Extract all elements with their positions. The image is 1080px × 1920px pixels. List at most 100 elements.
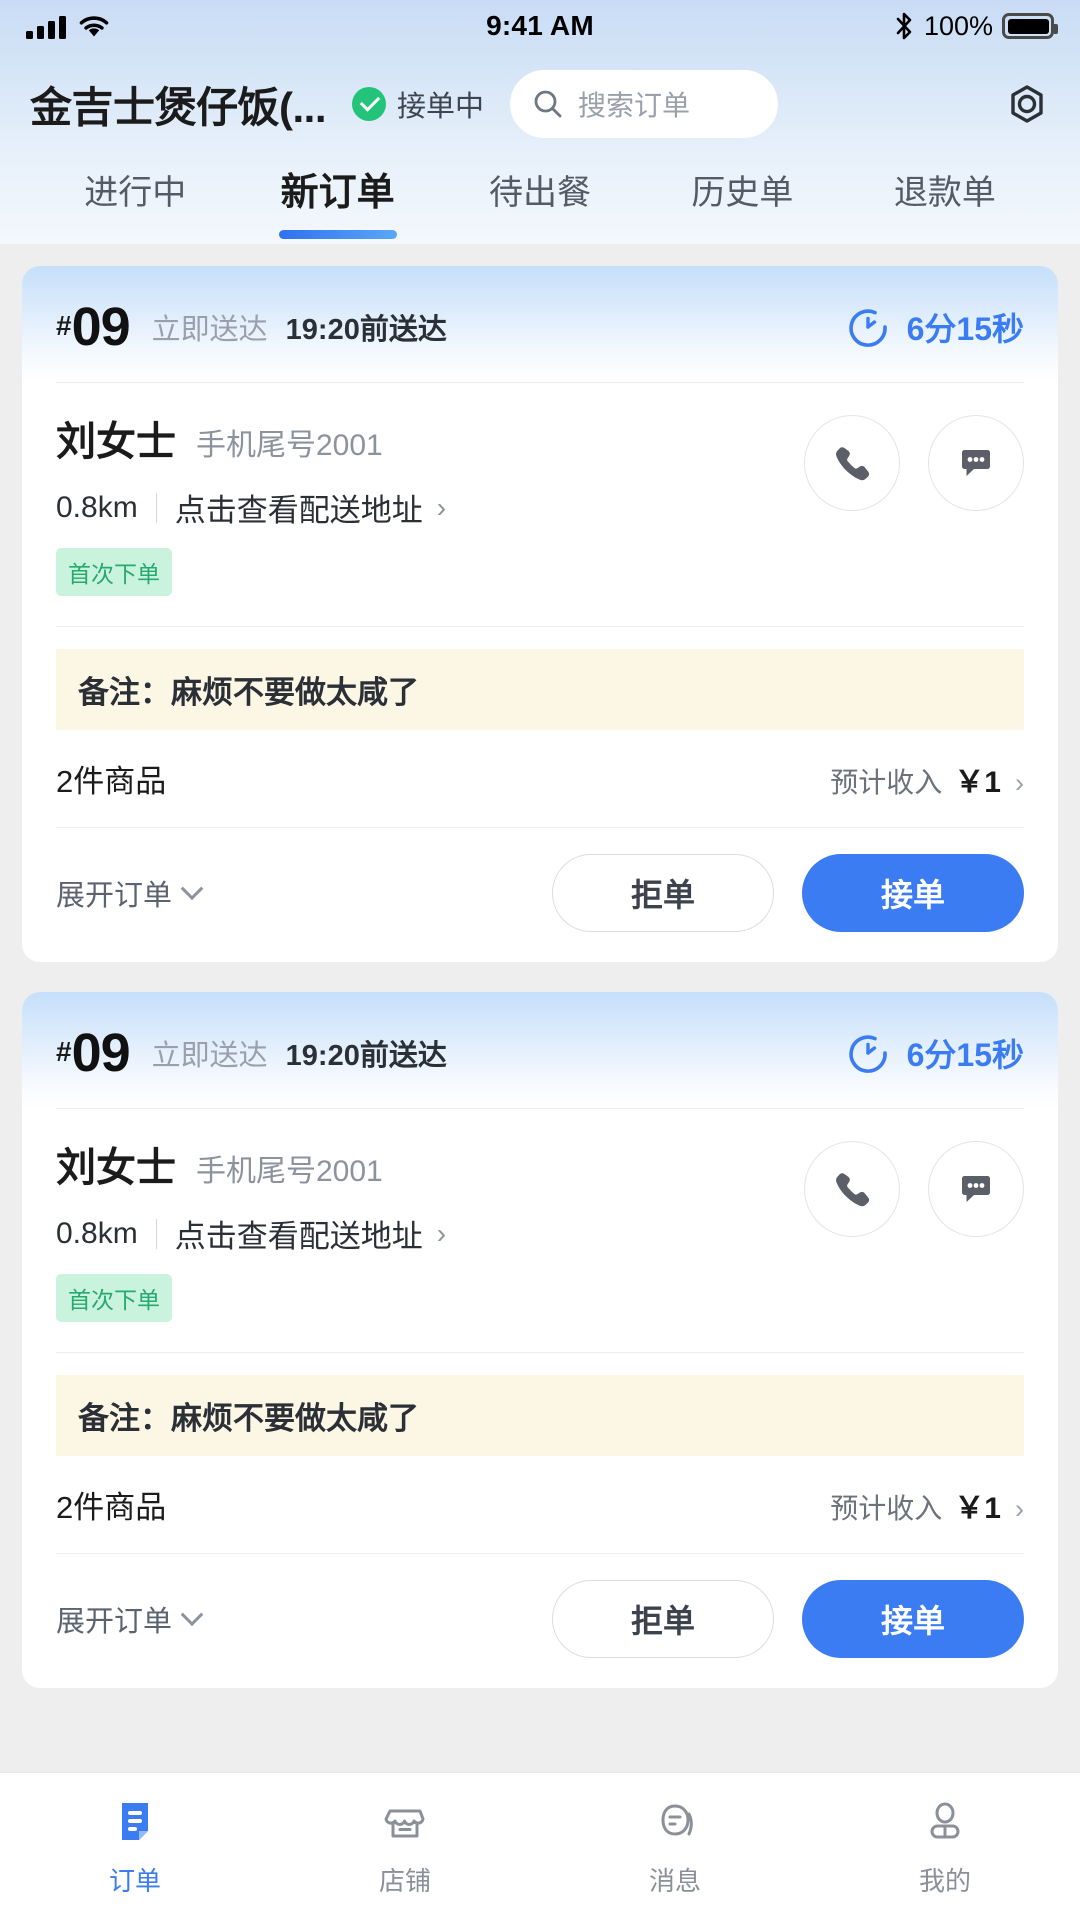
nav-item-profile[interactable]: 我的	[810, 1795, 1080, 1898]
customer-tags: 首次下单	[56, 1274, 804, 1322]
expand-order-button[interactable]: 展开订单	[56, 1598, 204, 1640]
income-label: 预计收入	[830, 1492, 943, 1524]
status-badge: 首次下单	[56, 1274, 172, 1322]
order-actions: 展开订单 拒单 接单	[22, 1554, 1058, 1688]
order-card-header: # 09 立即送达 19:20前送达 6分15秒	[22, 266, 1058, 382]
accept-order-button[interactable]: 接单	[802, 854, 1024, 932]
order-list[interactable]: # 09 立即送达 19:20前送达 6分15秒 刘女士 手机尾号2001 0.…	[0, 244, 1080, 1772]
deliver-by-label: 19:20前送达	[285, 314, 447, 346]
order-summary-row[interactable]: 2件商品 预计收入 ￥1 ›	[22, 1456, 1058, 1553]
expand-order-label: 展开订单	[56, 1606, 173, 1638]
chevron-right-icon: ›	[1015, 767, 1024, 798]
divider-vertical	[155, 492, 157, 523]
customer-tags: 首次下单	[56, 548, 804, 596]
order-number-hash: #	[56, 1036, 72, 1067]
address-row[interactable]: 0.8km 点击查看配送地址 ›	[56, 485, 804, 530]
address-row[interactable]: 0.8km 点击查看配送地址 ›	[56, 1211, 804, 1256]
view-address-link[interactable]: 点击查看配送地址	[175, 1211, 423, 1256]
countdown-text: 6分15秒	[906, 311, 1024, 347]
accept-order-button[interactable]: 接单	[802, 1580, 1024, 1658]
customer-info: 刘女士 手机尾号2001 0.8km 点击查看配送地址 › 首次下单	[22, 383, 1058, 600]
order-number-value: 09	[71, 297, 131, 357]
reject-order-button[interactable]: 拒单	[552, 854, 774, 932]
nav-item-orders[interactable]: 订单	[0, 1795, 270, 1898]
search-placeholder: 搜索订单	[578, 90, 691, 121]
app-root: 9:41 AM 100% 金吉士煲仔饭(... 接单中 搜索订单 进行中 新订单…	[0, 0, 1080, 1920]
tab-new-orders[interactable]: 新订单	[236, 170, 438, 239]
expand-order-button[interactable]: 展开订单	[56, 872, 204, 914]
order-number: # 09	[56, 1022, 131, 1084]
tab-history[interactable]: 历史单	[641, 170, 843, 216]
timer-icon	[848, 1035, 887, 1073]
tab-underline	[278, 230, 397, 239]
order-actions: 展开订单 拒单 接单	[22, 828, 1058, 962]
item-count-label: 2件商品	[56, 1490, 167, 1525]
income-amount: ￥1	[954, 765, 1001, 799]
customer-name: 刘女士	[56, 1146, 176, 1190]
customer-details: 刘女士 手机尾号2001 0.8km 点击查看配送地址 › 首次下单	[56, 1135, 804, 1322]
tab-pending-meal[interactable]: 待出餐	[439, 170, 641, 216]
chevron-down-icon	[180, 1603, 204, 1627]
nav-label: 我的	[918, 1866, 971, 1896]
customer-name: 刘女士	[56, 420, 176, 464]
delivery-distance: 0.8km	[56, 490, 138, 524]
view-address-link[interactable]: 点击查看配送地址	[175, 485, 423, 530]
divider	[56, 626, 1024, 627]
delivery-distance: 0.8km	[56, 1216, 138, 1250]
countdown: 6分15秒	[845, 304, 1024, 350]
shop-icon	[384, 1809, 425, 1838]
message-icon	[661, 1804, 693, 1836]
expand-order-label: 展开订单	[56, 880, 173, 912]
message-customer-button[interactable]	[928, 415, 1024, 511]
message-bubble-icon	[962, 1176, 990, 1202]
call-customer-button[interactable]	[804, 415, 900, 511]
delivery-type-label: 立即送达	[151, 1040, 268, 1072]
order-number-hash: #	[56, 310, 72, 341]
contact-buttons	[804, 1135, 1024, 1237]
tab-in-progress[interactable]: 进行中	[34, 170, 236, 216]
expected-income[interactable]: 预计收入 ￥1 ›	[830, 1483, 1024, 1527]
nav-label: 订单	[108, 1866, 161, 1896]
customer-name-row: 刘女士 手机尾号2001	[56, 1135, 804, 1193]
tab-refunds[interactable]: 退款单	[844, 170, 1046, 216]
expected-income[interactable]: 预计收入 ￥1 ›	[830, 757, 1024, 801]
tab-label: 待出餐	[489, 174, 592, 212]
nav-item-messages[interactable]: 消息	[540, 1795, 810, 1898]
call-customer-button[interactable]	[804, 1141, 900, 1237]
order-summary-row[interactable]: 2件商品 预计收入 ￥1 ›	[22, 730, 1058, 827]
tab-label: 进行中	[84, 174, 187, 212]
divider	[56, 1352, 1024, 1353]
phone-icon	[836, 1173, 870, 1207]
status-badge: 首次下单	[56, 548, 172, 596]
chevron-down-icon	[180, 877, 204, 901]
timer-icon	[848, 309, 887, 347]
top-header: 9:41 AM 100% 金吉士煲仔饭(... 接单中 搜索订单 进行中 新订单…	[0, 0, 1080, 244]
contact-buttons	[804, 409, 1024, 511]
message-customer-button[interactable]	[928, 1141, 1024, 1237]
chevron-right-icon: ›	[436, 491, 447, 523]
search-input[interactable]: 搜索订单	[510, 70, 779, 138]
shop-name[interactable]: 金吉士煲仔饭(...	[30, 74, 327, 135]
reject-order-button[interactable]: 拒单	[552, 1580, 774, 1658]
shop-status-badge[interactable]: 接单中	[352, 83, 484, 125]
deliver-by-label: 19:20前送达	[285, 1040, 447, 1072]
income-amount: ￥1	[954, 1491, 1001, 1525]
shop-status-label: 接单中	[397, 91, 485, 123]
battery-full-icon	[1002, 13, 1058, 39]
search-icon	[534, 90, 562, 118]
income-label: 预计收入	[830, 766, 943, 798]
order-card[interactable]: # 09 立即送达 19:20前送达 6分15秒 刘女士 手机尾号2001 0.…	[22, 992, 1058, 1688]
delivery-type-label: 立即送达	[151, 314, 268, 346]
customer-info: 刘女士 手机尾号2001 0.8km 点击查看配送地址 › 首次下单	[22, 1109, 1058, 1326]
nav-item-shop[interactable]: 店铺	[270, 1795, 540, 1898]
app-bar: 金吉士煲仔饭(... 接单中 搜索订单	[0, 52, 1080, 156]
order-card[interactable]: # 09 立即送达 19:20前送达 6分15秒 刘女士 手机尾号2001 0.…	[22, 266, 1058, 962]
hex-nut-icon[interactable]	[998, 75, 1056, 133]
action-buttons: 拒单 接单	[552, 1580, 1024, 1658]
customer-phone-tail: 手机尾号2001	[196, 1155, 383, 1188]
user-icon	[930, 1802, 960, 1839]
order-number: # 09	[56, 296, 131, 358]
customer-phone-tail: 手机尾号2001	[196, 429, 383, 462]
countdown-text: 6分15秒	[906, 1037, 1024, 1073]
nav-label: 消息	[648, 1866, 701, 1896]
